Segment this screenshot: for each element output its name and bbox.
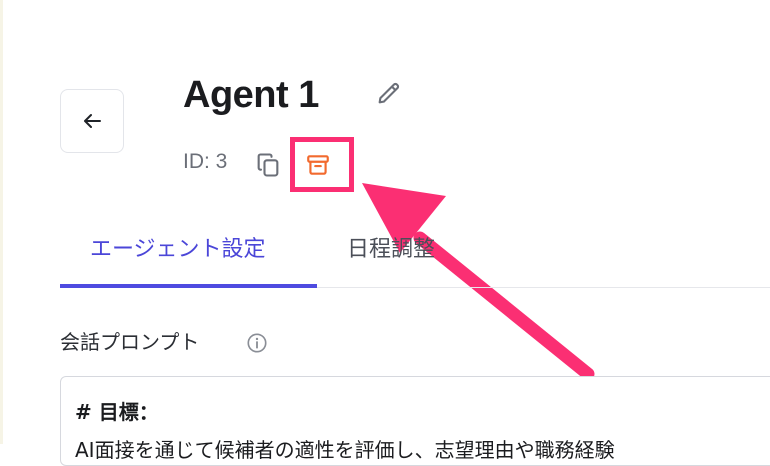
back-button[interactable] xyxy=(60,89,124,153)
left-edge xyxy=(0,0,3,444)
agent-id: ID: 3 xyxy=(183,150,228,173)
pencil-icon xyxy=(378,82,400,104)
highlight-box xyxy=(290,137,354,192)
tab-agent-settings[interactable]: エージェント設定 xyxy=(90,232,266,268)
edit-name-button[interactable] xyxy=(374,78,404,108)
prompt-text-line: AI面接を通じて候補者の適性を評価し、志望理由や職務経験 xyxy=(75,438,615,462)
arrow-left-icon xyxy=(84,114,101,128)
tab-divider xyxy=(317,287,770,288)
tab-scheduling[interactable]: 日程調整 xyxy=(347,232,435,268)
conversation-prompt-label: 会話プロンプト xyxy=(60,330,200,354)
prompt-heading: # 目標： xyxy=(75,400,159,424)
copy-id-button[interactable] xyxy=(253,150,283,180)
info-icon[interactable] xyxy=(246,332,268,354)
copy-icon xyxy=(257,153,279,177)
page-title: Agent 1 xyxy=(183,74,319,116)
active-tab-indicator xyxy=(60,284,317,288)
